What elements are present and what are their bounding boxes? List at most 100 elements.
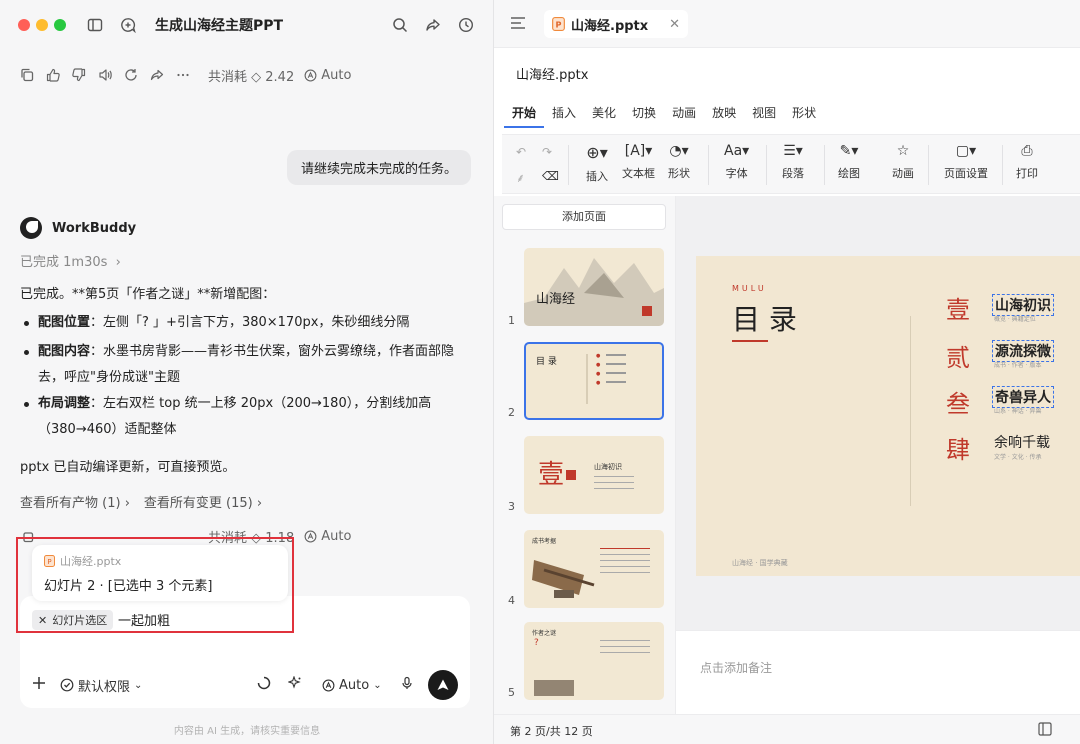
minimize-window-button[interactable] [36, 19, 48, 31]
regenerate-icon[interactable] [124, 65, 150, 85]
insert-button[interactable]: ⊕▾ 插入 [586, 143, 608, 184]
sidebar-toggle-icon[interactable] [84, 14, 106, 36]
slide-selection-chip[interactable]: ✕ 幻灯片选区 [32, 610, 114, 630]
model-mode-select[interactable]: Auto ⌄ [322, 678, 382, 693]
tab-shape[interactable]: 形状 [784, 104, 824, 128]
bot-name: WorkBuddy [52, 220, 137, 236]
slide-thumbnail-3[interactable]: 壹 山海初识 [524, 436, 664, 514]
maximize-window-button[interactable] [54, 19, 66, 31]
copy-icon[interactable] [20, 65, 46, 85]
toc-item-4[interactable]: 余响千载 [994, 432, 1050, 452]
plus-icon[interactable] [32, 676, 46, 694]
shape-button[interactable]: ◔▾ 形状 [668, 143, 690, 181]
reply-bullet: 配图位置：左侧「? 」+引言下方，380×170px，朱砂细线分隔 [24, 310, 468, 336]
composer-toolbar: 默认权限 ⌄ Auto ⌄ [32, 670, 458, 700]
page-indicator: 第 2 页/共 12 页 [510, 725, 593, 738]
toc-numeral-1: 壹 [946, 296, 970, 324]
tab-slideshow[interactable]: 放映 [704, 104, 744, 128]
tab-view[interactable]: 视图 [744, 104, 784, 128]
thumbs-down-icon[interactable] [72, 65, 98, 85]
font-icon: Aa▾ [724, 143, 750, 159]
printer-icon: ⎙ [1021, 143, 1033, 159]
redo-icon[interactable]: ↷ [542, 145, 552, 159]
tab-animation[interactable]: 动画 [664, 104, 704, 128]
more-icon[interactable] [176, 526, 202, 546]
message-action-bar-2: 共消耗 ◇ 1.18 Auto [20, 526, 351, 546]
current-slide[interactable]: MULU 目 录 壹 山海初识 概览 · 典籍定位 贰 源流探微 成书 · 作者… [696, 256, 1080, 576]
tab-transition[interactable]: 切换 [624, 104, 664, 128]
share-icon[interactable] [422, 14, 444, 36]
tab-home[interactable]: 开始 [504, 104, 545, 128]
thumbs-down-icon[interactable] [72, 526, 98, 546]
thumbs-up-icon[interactable] [46, 65, 72, 85]
close-tab-icon[interactable]: ✕ [669, 17, 680, 32]
composer-input-text[interactable]: 一起加粗 [118, 610, 170, 629]
page-icon: ▢▾ [955, 143, 977, 159]
forward-icon[interactable] [150, 526, 176, 546]
file-name: 山海经.pptx [516, 68, 589, 83]
layout-icon[interactable] [1038, 722, 1052, 740]
view-artifacts-link[interactable]: 查看所有产物 (1) › [20, 492, 130, 511]
user-message: 请继续完成未完成的任务。 [286, 150, 471, 185]
reply-bullet: 配图内容：水墨书房背影——青衫书生伏案，窗外云雾缭绕，作者面部隐去，呼应"身份成… [24, 339, 468, 391]
chat-pane: 生成山海经主题PPT 共消耗 ◇ 2.42 Auto 请继续完成未完成的任务。 … [0, 0, 494, 744]
reply-intro: 已完成。**第5页「作者之谜」**新增配图： [20, 287, 276, 302]
toc-item-selected-2[interactable]: 源流探微 [992, 340, 1054, 362]
close-window-button[interactable] [18, 19, 30, 31]
font-button[interactable]: Aa▾ 字体 [724, 143, 749, 181]
star-icon: ☆ [896, 143, 910, 159]
ribbon-toolbar: ↶ ↷ ⸙ ⌫ ⊕▾ 插入 [A]▾ 文本框 ◔▾ 形状 Aa▾ 字体 ☰▾ 段落 ✎▾ 绘… [502, 134, 1080, 194]
forward-icon[interactable] [150, 65, 176, 85]
permission-select[interactable]: 默认权限 ⌄ [60, 676, 142, 695]
textbox-icon: [A]▾ [624, 143, 653, 159]
cost-label: 共消耗 ◇ 1.18 [208, 530, 295, 546]
regenerate-icon[interactable] [124, 526, 150, 546]
done-status[interactable]: 已完成 1m30s › [20, 251, 121, 270]
history-icon[interactable] [455, 14, 477, 36]
slide-thumbnails: 添加页面 1 山海经 2 目 录 ●●●● 3 壹 山海初识 4 成书考据 [494, 196, 676, 714]
close-icon[interactable]: ✕ [38, 614, 47, 627]
undo-icon[interactable]: ↶ [516, 145, 526, 159]
slide-title[interactable]: 目 录 [732, 298, 797, 338]
send-button[interactable] [428, 670, 458, 700]
pencil-icon: ✎▾ [839, 143, 859, 159]
textbox-button[interactable]: [A]▾ 文本框 [622, 143, 655, 181]
toc-item-selected-1[interactable]: 山海初识 [992, 294, 1054, 316]
ribbon-tabs: 开始 插入 美化 切换 动画 放映 视图 形状 [504, 104, 824, 128]
view-changes-link[interactable]: 查看所有变更 (15) › [144, 492, 262, 511]
slide-thumbnail-5[interactable]: 作者之谜 ? [524, 622, 664, 700]
page-setup-button[interactable]: ▢▾ 页面设置 [944, 143, 988, 181]
speaker-icon[interactable] [98, 526, 124, 546]
microphone-icon[interactable] [400, 676, 414, 694]
thumbs-up-icon[interactable] [46, 526, 72, 546]
document-tab[interactable]: P 山海经.pptx ✕ [544, 10, 688, 38]
tab-beautify[interactable]: 美化 [584, 104, 624, 128]
auto-mode-badge: Auto [304, 529, 351, 544]
speaker-icon[interactable] [98, 65, 124, 85]
menu-icon[interactable] [510, 16, 526, 34]
copy-icon[interactable] [20, 526, 46, 546]
eraser-icon[interactable]: ⌫ [542, 169, 559, 183]
slide-thumbnail-1[interactable]: 山海经 [524, 248, 664, 326]
print-button[interactable]: ⎙ 打印 [1016, 143, 1038, 181]
draw-button[interactable]: ✎▾ 绘图 [838, 143, 860, 181]
sparkle-icon[interactable] [287, 675, 302, 694]
svg-text:P: P [47, 558, 51, 566]
slide-thumbnail-2[interactable]: 目 录 ● ● ● ● [524, 342, 664, 420]
selection-context-card[interactable]: P 山海经.pptx 幻灯片 2 · [已选中 3 个元素] [32, 545, 288, 601]
tab-insert[interactable]: 插入 [544, 104, 584, 128]
speaker-notes[interactable]: 点击添加备注 [676, 630, 1080, 714]
format-painter-icon[interactable]: ⸙ [516, 169, 525, 186]
animation-button[interactable]: ☆ 动画 [892, 143, 914, 181]
pptx-file-icon: P [552, 17, 565, 31]
selection-info: 幻灯片 2 · [已选中 3 个元素] [44, 579, 213, 594]
paragraph-button[interactable]: ☰▾ 段落 [782, 143, 804, 181]
toc-item-selected-3[interactable]: 奇兽异人 [992, 386, 1054, 408]
slide-thumbnail-4[interactable]: 成书考据 [524, 530, 664, 608]
more-icon[interactable] [176, 65, 202, 85]
search-icon[interactable] [389, 14, 411, 36]
add-page-button[interactable]: 添加页面 [502, 204, 666, 230]
new-chat-icon[interactable] [117, 14, 139, 36]
slide-kicker: MULU [732, 284, 767, 293]
message-composer[interactable]: ✕ 幻灯片选区 一起加粗 默认权限 ⌄ Auto ⌄ [20, 596, 470, 708]
